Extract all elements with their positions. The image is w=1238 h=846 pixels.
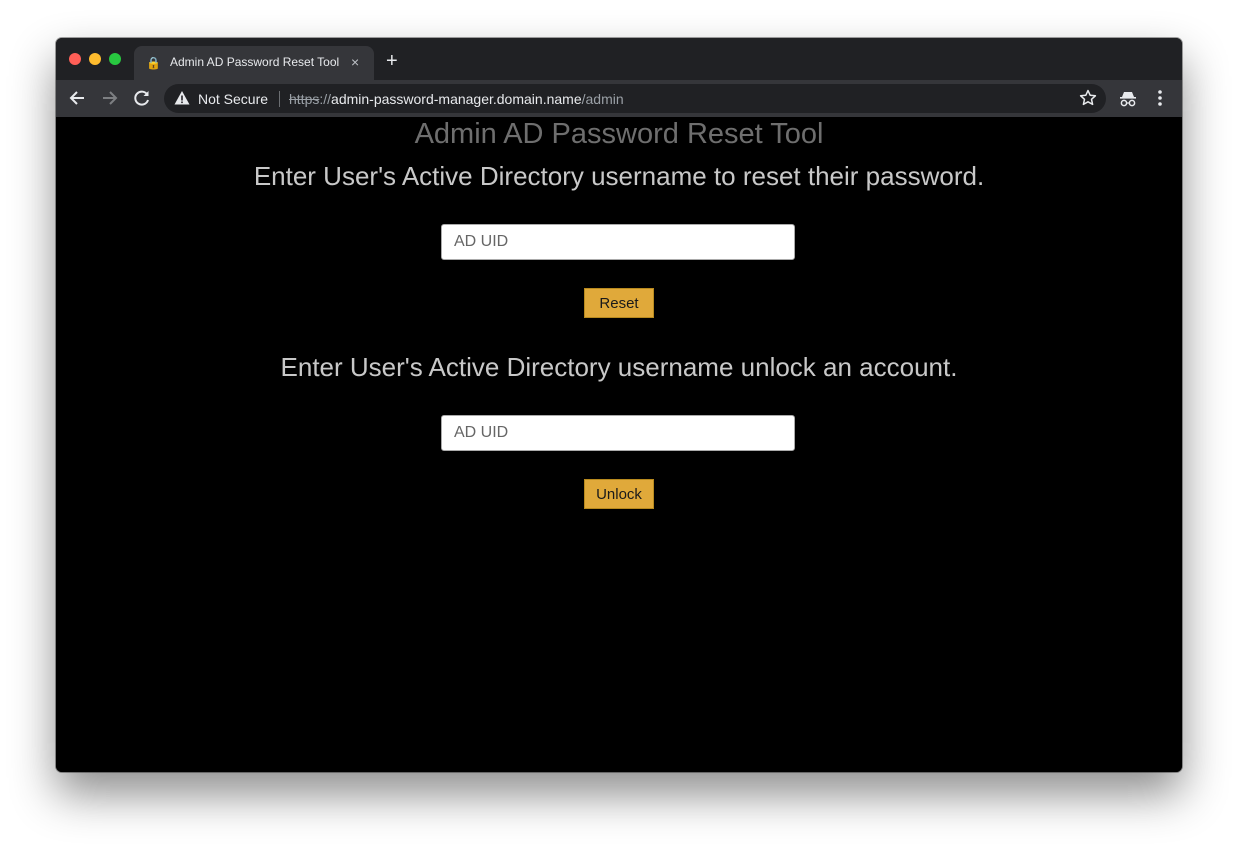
- reset-uid-input[interactable]: [441, 224, 795, 260]
- close-window-button[interactable]: [69, 53, 81, 65]
- security-status[interactable]: Not Secure: [198, 91, 268, 107]
- omnibox-divider: [279, 91, 280, 107]
- browser-window: 🔒 Admin AD Password Reset Tool × + Not S…: [56, 38, 1182, 772]
- page-content: Admin AD Password Reset Tool Enter User'…: [56, 117, 1182, 772]
- page-title: Admin AD Password Reset Tool: [414, 118, 824, 150]
- new-tab-button[interactable]: +: [386, 51, 398, 71]
- lock-favicon-icon: 🔒: [146, 56, 161, 70]
- minimize-window-button[interactable]: [89, 53, 101, 65]
- address-bar[interactable]: Not Secure https://admin-password-manage…: [164, 84, 1106, 113]
- tab-strip: 🔒 Admin AD Password Reset Tool × +: [56, 38, 1182, 80]
- unlock-button[interactable]: Unlock: [584, 479, 654, 509]
- reset-button[interactable]: Reset: [584, 288, 654, 318]
- url-host: admin-password-manager.domain.name: [331, 91, 582, 107]
- url-separator: ://: [319, 91, 332, 107]
- url-path: /admin: [581, 91, 624, 107]
- tab-title: Admin AD Password Reset Tool: [170, 55, 340, 69]
- maximize-window-button[interactable]: [109, 53, 121, 65]
- star-icon[interactable]: [1078, 88, 1098, 108]
- url-scheme: https: [289, 91, 320, 107]
- kebab-menu-icon[interactable]: [1152, 88, 1168, 108]
- forward-arrow-icon[interactable]: [99, 87, 121, 109]
- incognito-icon[interactable]: [1118, 89, 1138, 109]
- unlock-heading: Enter User's Active Directory username u…: [280, 352, 958, 382]
- url-text[interactable]: https://admin-password-manager.domain.na…: [289, 91, 624, 107]
- tab-close-icon[interactable]: ×: [351, 54, 359, 70]
- browser-toolbar: Not Secure https://admin-password-manage…: [56, 80, 1182, 117]
- unlock-uid-input[interactable]: [441, 415, 795, 451]
- reset-heading: Enter User's Active Directory username t…: [253, 161, 985, 191]
- back-arrow-icon[interactable]: [66, 87, 88, 109]
- reload-icon[interactable]: [131, 87, 153, 109]
- tab-active[interactable]: 🔒 Admin AD Password Reset Tool ×: [134, 46, 374, 80]
- warning-icon: [174, 91, 190, 105]
